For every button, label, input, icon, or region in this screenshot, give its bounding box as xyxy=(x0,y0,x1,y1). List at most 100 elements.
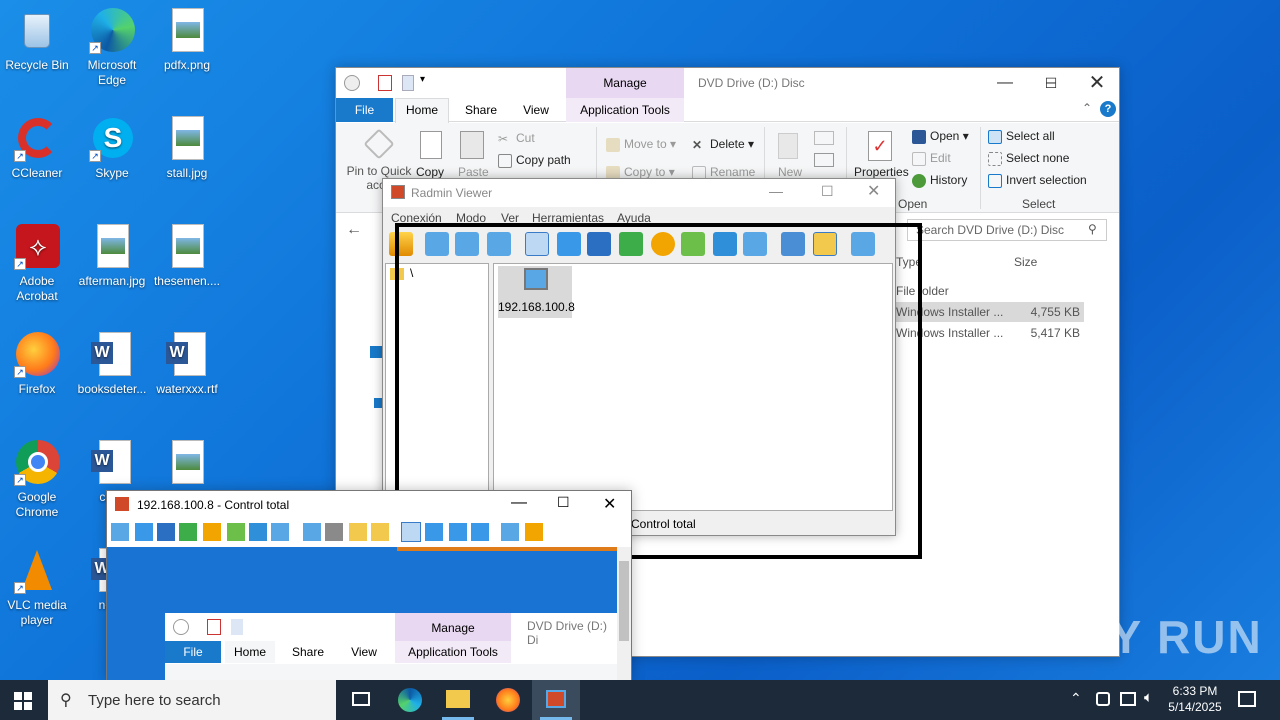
toolbar-fit-icon[interactable] xyxy=(471,523,489,541)
security-icon[interactable] xyxy=(1096,692,1110,706)
qat-dropdown-icon[interactable]: ▾ xyxy=(420,74,425,85)
remote-desktop[interactable]: Manage DVD Drive (D:) Di File Home Share… xyxy=(107,547,617,681)
desktop-icon-thesemen[interactable]: thesemen.... xyxy=(147,224,227,289)
notifications-icon[interactable] xyxy=(1238,691,1256,707)
toolbar-lock-icon[interactable] xyxy=(349,523,367,541)
manage-context-tab[interactable]: Manage xyxy=(566,68,684,98)
remote-tab-home[interactable]: Home xyxy=(225,641,275,663)
remote-minimize-button[interactable]: — xyxy=(511,494,527,512)
toolbar-view-icon[interactable] xyxy=(135,523,153,541)
taskbar-firefox-icon[interactable] xyxy=(484,680,532,720)
search-box[interactable]: Search DVD Drive (D:) Disc ⚲ xyxy=(907,219,1107,241)
toolbar-upload-icon[interactable] xyxy=(303,523,321,541)
toolbar-telnet-icon[interactable] xyxy=(157,523,175,541)
back-arrow-icon[interactable]: ← xyxy=(346,221,362,239)
toolbar-voice-icon[interactable] xyxy=(249,523,267,541)
desktop-icon-adobe-acrobat[interactable]: ⟡ ↗ Adobe Acrobat xyxy=(0,224,77,304)
open-button[interactable]: Open ▾ xyxy=(912,129,969,144)
qat-new-folder-icon[interactable] xyxy=(402,75,414,91)
tab-share[interactable]: Share xyxy=(456,98,506,122)
history-button[interactable]: History xyxy=(912,173,967,188)
clock[interactable]: 6:33 PM 5/14/2025 xyxy=(1160,684,1230,714)
paste-button[interactable]: Paste xyxy=(458,165,489,179)
desktop-icon-ccleaner[interactable]: ↗ CCleaner xyxy=(0,116,77,181)
taskbar-search-placeholder: Type here to search xyxy=(88,692,221,709)
taskbar-search-box[interactable]: ⚲ Type here to search xyxy=(48,680,336,720)
start-windows-icon[interactable] xyxy=(14,692,32,710)
task-view-icon[interactable] xyxy=(338,680,386,720)
toolbar-normal-icon[interactable] xyxy=(449,523,467,541)
toolbar-fullscreen-icon[interactable] xyxy=(401,522,421,542)
move-to-button[interactable]: Move to ▾ xyxy=(606,137,676,152)
desktop-icon-google-chrome[interactable]: ↗ Google Chrome xyxy=(0,440,77,520)
toolbar-message-icon[interactable] xyxy=(271,523,289,541)
tab-application-tools[interactable]: Application Tools xyxy=(566,98,684,122)
volume-icon[interactable]: 🔈︎ xyxy=(1144,689,1153,706)
desktop-icon-booksdeter[interactable]: W booksdeter... xyxy=(72,332,152,397)
remote-maximize-button[interactable]: ☐ xyxy=(557,494,570,511)
select-all-button[interactable]: Select all xyxy=(988,129,1055,144)
remote-tab-share[interactable]: Share xyxy=(283,641,333,663)
tab-view[interactable]: View xyxy=(512,98,560,122)
desktop-icon-recycle-bin[interactable]: Recycle Bin xyxy=(0,8,77,73)
file-row[interactable]: Windows Installer ... 5,417 KB xyxy=(894,323,1084,343)
desktop-icon-microsoft-edge[interactable]: ↗ Microsoft Edge xyxy=(72,8,152,88)
delete-button[interactable]: ✕ Delete ▾ xyxy=(692,137,754,152)
desktop-icon-firefox[interactable]: ↗ Firefox xyxy=(0,332,77,397)
ribbon-collapse-icon[interactable]: ⌃ xyxy=(1082,101,1092,115)
toolbar-keys-icon[interactable] xyxy=(325,523,343,541)
toolbar-transfer-icon[interactable] xyxy=(179,523,197,541)
show-hidden-icons-chevron-icon[interactable]: ⌃ xyxy=(1070,690,1082,707)
remote-tab-application-tools[interactable]: Application Tools xyxy=(395,641,511,663)
desktop-icon-vlc[interactable]: ↗ VLC media player xyxy=(0,548,77,628)
remote-scrollbar[interactable] xyxy=(617,547,631,681)
qat-checkmark-icon[interactable] xyxy=(378,75,392,91)
desktop-icon-image[interactable] xyxy=(147,440,227,490)
remote-tab-view[interactable]: View xyxy=(339,641,389,663)
desktop-icon-waterxxx[interactable]: W waterxxx.rtf xyxy=(147,332,227,397)
help-icon[interactable]: ? xyxy=(1100,101,1116,117)
file-row[interactable]: File folder xyxy=(894,284,1084,302)
network-icon[interactable] xyxy=(1120,692,1136,706)
tab-file[interactable]: File xyxy=(336,98,393,122)
remote-tab-file[interactable]: File xyxy=(165,641,221,663)
invert-selection-button[interactable]: Invert selection xyxy=(988,173,1087,188)
toolbar-clipboard-icon[interactable] xyxy=(501,523,519,541)
remote-manage-tab[interactable]: Manage xyxy=(395,613,511,641)
taskbar-radmin-icon[interactable] xyxy=(532,680,580,720)
close-button[interactable]: ✕ xyxy=(1074,68,1120,98)
desktop-icon-skype[interactable]: S ↗ Skype xyxy=(72,116,152,181)
toolbar-screen-icon[interactable] xyxy=(111,523,129,541)
toolbar-chat-icon[interactable] xyxy=(227,523,245,541)
maximize-button[interactable]: ☐ xyxy=(1028,68,1074,98)
properties-button[interactable]: Properties xyxy=(854,165,909,179)
desktop-icon-pdfx[interactable]: pdfx.png xyxy=(147,8,227,73)
select-none-button[interactable]: Select none xyxy=(988,151,1069,166)
copy-button[interactable]: Copy xyxy=(416,165,444,179)
toolbar-shutdown-icon[interactable] xyxy=(203,523,221,541)
cut-button[interactable]: ✂ Cut xyxy=(498,131,535,146)
column-size[interactable]: Size xyxy=(1014,255,1037,269)
desktop-icon-stall[interactable]: stall.jpg xyxy=(147,116,227,181)
radmin-maximize-button[interactable]: ☐ xyxy=(821,183,834,200)
radmin-close-button[interactable]: ✕ xyxy=(867,181,880,201)
toolbar-tools-icon[interactable] xyxy=(525,523,543,541)
tab-home[interactable]: Home xyxy=(395,98,449,123)
remote-close-button[interactable]: ✕ xyxy=(603,494,616,514)
scrollbar-thumb[interactable] xyxy=(619,561,629,641)
easy-access-icon[interactable] xyxy=(814,153,834,167)
file-row[interactable]: Windows Installer ... 4,755 KB xyxy=(894,302,1084,322)
toolbar-lock2-icon[interactable] xyxy=(371,523,389,541)
toolbar-scale-icon[interactable] xyxy=(425,523,443,541)
taskbar-edge-icon[interactable] xyxy=(386,680,434,720)
search-icon[interactable]: ⚲ xyxy=(1088,222,1097,236)
minimize-button-2[interactable]: — xyxy=(982,68,1028,98)
new-button[interactable]: New xyxy=(778,165,802,179)
copy-path-button[interactable]: Copy path xyxy=(498,153,571,168)
desktop-icon-afterman[interactable]: afterman.jpg xyxy=(72,224,152,289)
radmin-minimize-button[interactable]: — xyxy=(769,183,783,199)
new-item-icon[interactable] xyxy=(814,131,834,145)
edit-button[interactable]: Edit xyxy=(912,151,951,166)
taskbar-file-explorer-icon[interactable] xyxy=(434,680,482,720)
qat-properties-icon[interactable] xyxy=(344,75,360,91)
